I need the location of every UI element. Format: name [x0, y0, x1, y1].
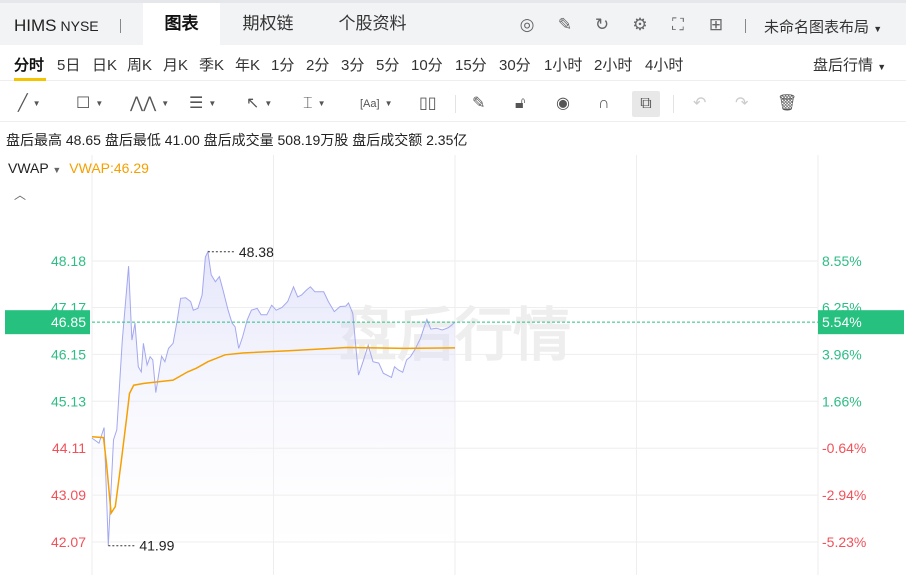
divider [455, 95, 456, 113]
tf-day[interactable]: 日K [92, 54, 117, 75]
indicator-name: VWAP [8, 160, 49, 176]
after-hours-stats: 盘后最高 48.65 盘后最低 41.00 盘后成交量 508.19万股 盘后成… [6, 132, 468, 148]
caret-down-icon: ▼ [877, 62, 887, 72]
y-tick-label: 44.11 [52, 440, 86, 456]
tf-1m[interactable]: 1分 [271, 54, 294, 75]
indicator-legend[interactable]: VWAP ▼ VWAP:46.29 [8, 160, 149, 176]
tf-30m[interactable]: 30分 [499, 54, 531, 75]
edit-icon[interactable]: ✎ [555, 15, 575, 35]
exchange: NYSE [60, 18, 99, 34]
tf-1h[interactable]: 1小时 [544, 54, 582, 75]
fib-icon[interactable]: ☰ ▼ [189, 91, 216, 117]
arrow-icon[interactable]: ↖ ▼ [246, 91, 272, 117]
speed-icon[interactable]: ◎ [517, 15, 537, 35]
settings-icon[interactable]: ⚙ [630, 15, 650, 35]
y-tick-pct-label: -5.23% [822, 534, 866, 550]
lock-icon[interactable]: 🔓︎ [515, 91, 525, 117]
fullscreen-icon[interactable]: ⛶ [668, 15, 688, 35]
tf-15m[interactable]: 15分 [455, 54, 487, 75]
y-tick-label: 42.07 [51, 534, 86, 550]
y-tick-pct-label: 1.66% [822, 393, 862, 409]
caret-down-icon: ▼ [52, 165, 62, 175]
trend-line-icon[interactable]: ╱ ▼ [18, 91, 41, 117]
y-tick-label: 46.15 [51, 346, 86, 362]
pattern-icon[interactable]: ⋀⋀ ▼ [130, 91, 169, 117]
layout-label: 未命名图表布局 [764, 19, 870, 36]
tab-chart[interactable]: 图表 [143, 3, 220, 45]
active-indicator [14, 78, 46, 81]
current-price-label: 46.85 [51, 314, 86, 330]
divider [120, 19, 121, 33]
text-icon[interactable]: [Aa] ▼ [360, 91, 393, 117]
redo-icon[interactable]: ↷ [735, 91, 748, 117]
symbol: HIMS NYSE [14, 16, 99, 36]
timeframe-bar: 分时 5日 日K 周K 月K 季K 年K 1分 2分 3分 5分 10分 15分… [0, 45, 906, 81]
y-tick-pct-label: -0.64% [822, 440, 866, 456]
indicator-value: VWAP:46.29 [69, 160, 149, 176]
tab-profile[interactable]: 个股资料 [325, 3, 420, 45]
price-chart[interactable]: 盘后行情 48.188.55%47.176.25%46.153.96%45.13… [0, 155, 906, 575]
session-label: 盘后行情 [813, 57, 874, 74]
pencil-icon[interactable]: ✎ [472, 91, 485, 117]
tab-options[interactable]: 期权链 [228, 3, 308, 45]
current-pct-label: 5.54% [822, 314, 862, 330]
tf-5m[interactable]: 5分 [376, 54, 399, 75]
y-tick-label: 48.18 [51, 253, 86, 269]
trash-icon[interactable]: 🗑︎ [777, 91, 797, 117]
tf-2m[interactable]: 2分 [306, 54, 329, 75]
link-icon[interactable]: ⧉ [632, 91, 660, 117]
y-tick-pct-label: 3.96% [822, 346, 862, 362]
tf-4h[interactable]: 4小时 [645, 54, 683, 75]
session-select[interactable]: 盘后行情 ▼ [813, 54, 886, 75]
y-tick-pct-label: -2.94% [822, 487, 866, 503]
candle-icon[interactable]: ▯▯ [419, 91, 437, 117]
tf-quarter[interactable]: 季K [199, 54, 224, 75]
tf-10m[interactable]: 10分 [411, 54, 443, 75]
tf-5d[interactable]: 5日 [57, 54, 80, 75]
symbol-name: HIMS [14, 16, 57, 35]
high-label: 48.38 [239, 244, 274, 260]
refresh-icon[interactable]: ↻ [592, 15, 612, 35]
grid-icon[interactable]: ⊞ [706, 15, 726, 35]
collapse-icon[interactable]: ︿ [14, 186, 26, 203]
caret-down-icon: ▼ [873, 24, 883, 34]
y-tick-label: 43.09 [51, 487, 86, 503]
y-tick-label: 45.13 [51, 393, 86, 409]
eye-icon[interactable]: ◉ [556, 91, 570, 117]
low-label: 41.99 [139, 538, 174, 554]
rectangle-icon[interactable]: ☐ ▼ [76, 91, 103, 117]
header-bar: HIMS NYSE 图表 期权链 个股资料 ◎ ✎ ↻ ⚙ ⛶ ⊞ 未命名图表布局… [0, 0, 906, 45]
drawing-toolbar: ╱ ▼ ☐ ▼ ⋀⋀ ▼ ☰ ▼ ↖ ▼ ⌶ ▼ [Aa] ▼ ▯▯ ✎ 🔓︎ ◉ ∩ ⧉ ↶… [0, 85, 906, 122]
tf-week[interactable]: 周K [127, 54, 152, 75]
magnet-icon[interactable]: ∩ [598, 91, 610, 117]
undo-icon[interactable]: ↶ [693, 91, 706, 117]
divider [745, 19, 746, 33]
tf-year[interactable]: 年K [235, 54, 260, 75]
tf-2h[interactable]: 2小时 [594, 54, 632, 75]
tf-3m[interactable]: 3分 [341, 54, 364, 75]
tf-month[interactable]: 月K [163, 54, 188, 75]
measure-icon[interactable]: ⌶ ▼ [303, 91, 326, 117]
y-tick-pct-label: 8.55% [822, 253, 862, 269]
tf-intraday[interactable]: 分时 [14, 54, 44, 75]
divider [673, 95, 674, 113]
layout-select[interactable]: 未命名图表布局 ▼ [764, 16, 882, 37]
